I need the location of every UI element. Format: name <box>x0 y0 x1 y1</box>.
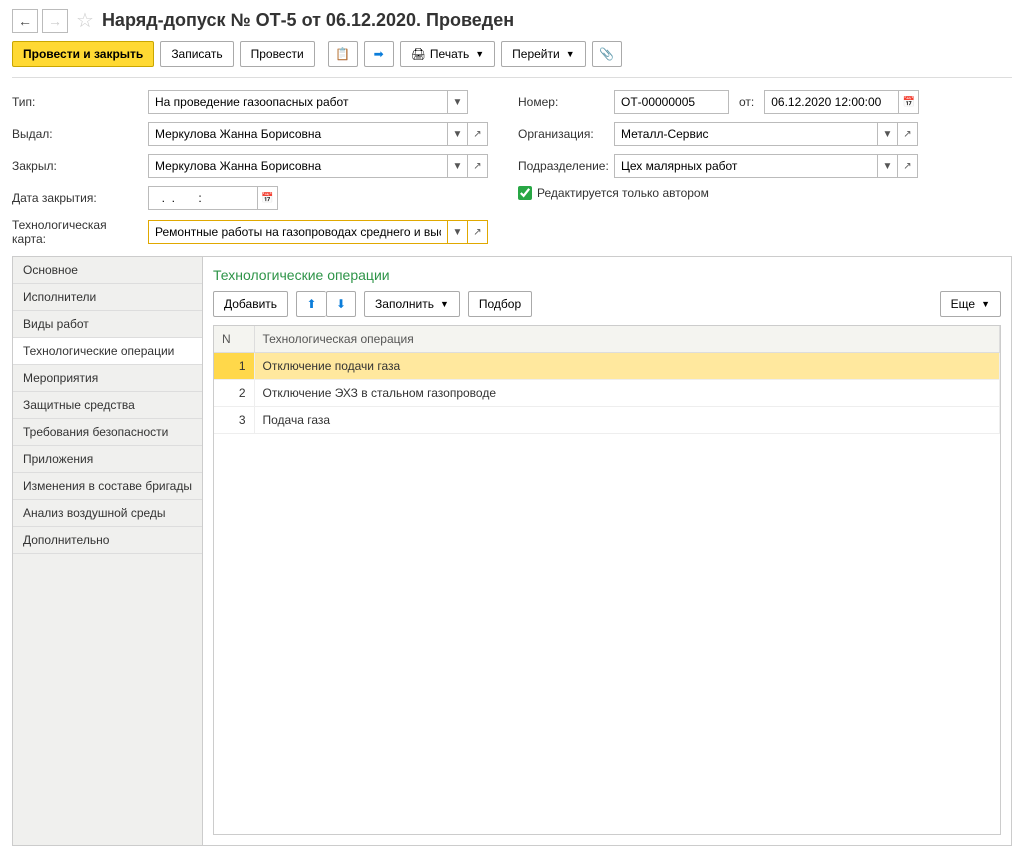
editable-checkbox[interactable] <box>518 186 532 200</box>
table-row[interactable]: 1 Отключение подачи газа <box>214 353 1000 380</box>
org-field[interactable] <box>614 122 878 146</box>
close-date-label: Дата закрытия: <box>12 191 142 205</box>
org-open[interactable]: ↗ <box>898 122 918 146</box>
col-op[interactable]: Технологическая операция <box>254 326 1000 353</box>
org-label: Организация: <box>518 127 608 141</box>
closed-label: Закрыл: <box>12 159 142 173</box>
operations-table: N Технологическая операция 1 Отключение … <box>214 326 1000 434</box>
sidebar-item-brigade-changes[interactable]: Изменения в составе бригады <box>13 473 202 500</box>
table-row[interactable]: 2 Отключение ЭХЗ в стальном газопроводе <box>214 380 1000 407</box>
sidebar-item-attachments[interactable]: Приложения <box>13 446 202 473</box>
sidebar-item-activities[interactable]: Мероприятия <box>13 365 202 392</box>
calendar-icon: 📋 <box>335 47 350 61</box>
add-button[interactable]: Добавить <box>213 291 288 317</box>
calendar-button[interactable]: 📋 <box>328 41 358 67</box>
arrow-right-icon: ➡ <box>374 47 384 61</box>
issued-open[interactable]: ↗ <box>468 122 488 146</box>
sidebar: Основное Исполнители Виды работ Технолог… <box>13 257 203 845</box>
close-date-field[interactable] <box>148 186 258 210</box>
caret-down-icon: ▼ <box>566 49 575 59</box>
dept-label: Подразделение: <box>518 159 608 173</box>
date-calendar[interactable]: 📅 <box>899 90 919 114</box>
editable-label: Редактируется только автором <box>537 186 709 200</box>
tech-card-label: Технологическая карта: <box>12 218 142 246</box>
closed-open[interactable]: ↗ <box>468 154 488 178</box>
section-title: Технологические операции <box>213 267 1001 283</box>
closed-dropdown[interactable]: ▼ <box>448 154 468 178</box>
goto-button[interactable]: Перейти ▼ <box>501 41 585 67</box>
sidebar-item-work-types[interactable]: Виды работ <box>13 311 202 338</box>
sidebar-item-air-analysis[interactable]: Анализ воздушной среды <box>13 500 202 527</box>
close-date-calendar[interactable]: 📅 <box>258 186 278 210</box>
tech-card-field[interactable] <box>148 220 448 244</box>
more-button[interactable]: Еще ▼ <box>940 291 1001 317</box>
move-up-button[interactable]: ⬆ <box>296 291 326 317</box>
printer-icon: 🖨 <box>411 47 426 61</box>
nav-forward-button[interactable]: → <box>42 9 68 33</box>
paperclip-icon: 📎 <box>599 47 614 61</box>
number-label: Номер: <box>518 95 608 109</box>
org-dropdown[interactable]: ▼ <box>878 122 898 146</box>
issued-field[interactable] <box>148 122 448 146</box>
arrow-up-icon: ⬆ <box>307 297 317 311</box>
tech-card-open[interactable]: ↗ <box>468 220 488 244</box>
issued-label: Выдал: <box>12 127 142 141</box>
number-field[interactable] <box>614 90 729 114</box>
post-and-close-button[interactable]: Провести и закрыть <box>12 41 154 67</box>
caret-down-icon: ▼ <box>981 299 990 309</box>
type-dropdown[interactable]: ▼ <box>448 90 468 114</box>
favorite-star-icon[interactable]: ☆ <box>76 8 94 33</box>
col-n[interactable]: N <box>214 326 254 353</box>
table-row[interactable]: 3 Подача газа <box>214 407 1000 434</box>
fill-button[interactable]: Заполнить ▼ <box>364 291 460 317</box>
date-label: от: <box>739 95 754 109</box>
issued-dropdown[interactable]: ▼ <box>448 122 468 146</box>
pick-button[interactable]: Подбор <box>468 291 532 317</box>
arrow-down-icon: ⬇ <box>336 297 346 311</box>
type-label: Тип: <box>12 95 142 109</box>
caret-down-icon: ▼ <box>440 299 449 309</box>
sidebar-item-tech-ops[interactable]: Технологические операции <box>13 338 202 365</box>
dept-dropdown[interactable]: ▼ <box>878 154 898 178</box>
nav-back-button[interactable]: ← <box>12 9 38 33</box>
tech-card-dropdown[interactable]: ▼ <box>448 220 468 244</box>
forward-action-button[interactable]: ➡ <box>364 41 394 67</box>
dept-open[interactable]: ↗ <box>898 154 918 178</box>
move-down-button[interactable]: ⬇ <box>326 291 356 317</box>
sidebar-item-protective[interactable]: Защитные средства <box>13 392 202 419</box>
sidebar-item-performers[interactable]: Исполнители <box>13 284 202 311</box>
closed-field[interactable] <box>148 154 448 178</box>
dept-field[interactable] <box>614 154 878 178</box>
print-button[interactable]: 🖨 Печать ▼ <box>400 41 495 67</box>
attachment-button[interactable]: 📎 <box>592 41 622 67</box>
sidebar-item-additional[interactable]: Дополнительно <box>13 527 202 554</box>
post-button[interactable]: Провести <box>240 41 315 67</box>
type-field[interactable] <box>148 90 448 114</box>
save-button[interactable]: Записать <box>160 41 233 67</box>
sidebar-item-safety-req[interactable]: Требования безопасности <box>13 419 202 446</box>
page-title: Наряд-допуск № ОТ-5 от 06.12.2020. Прове… <box>102 10 514 31</box>
sidebar-item-main[interactable]: Основное <box>13 257 202 284</box>
caret-down-icon: ▼ <box>475 49 484 59</box>
date-field[interactable] <box>764 90 899 114</box>
